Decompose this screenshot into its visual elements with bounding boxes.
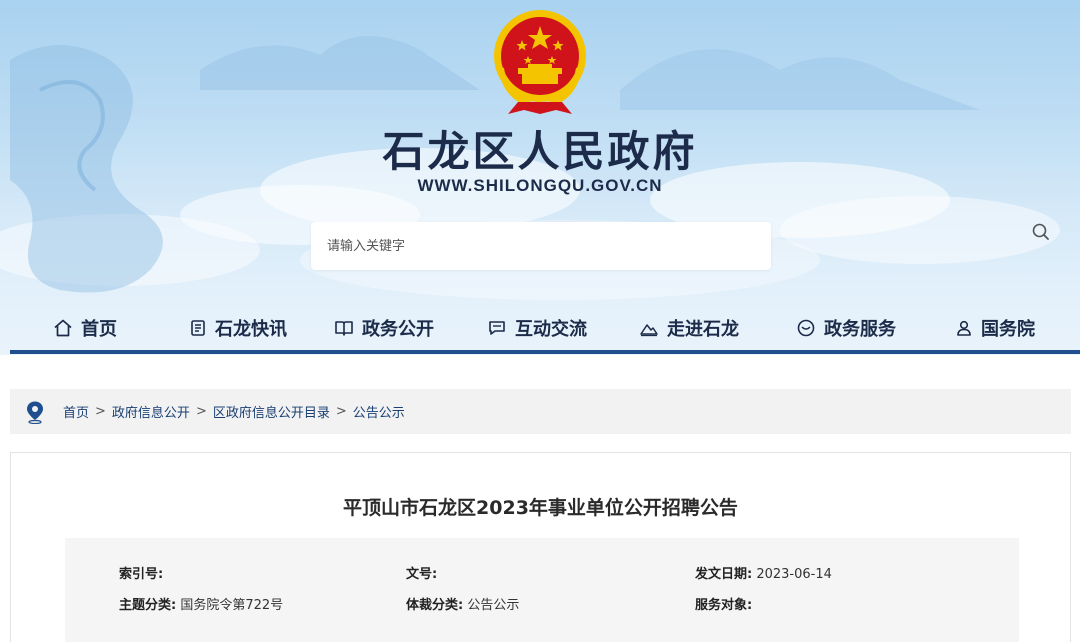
national-emblem-icon bbox=[494, 10, 586, 114]
nav-underline bbox=[10, 350, 1080, 354]
nav-label: 互动交流 bbox=[515, 319, 587, 340]
meta-doc-no: 文号: bbox=[406, 563, 437, 582]
breadcrumb-announcements[interactable]: 公告公示 bbox=[353, 402, 405, 421]
meta-doc-no-label: 文号: bbox=[406, 567, 438, 582]
article-title: 平顶山市石龙区2023年事业单位公开招聘公告 bbox=[343, 497, 738, 519]
nav-item-interaction[interactable]: 互动交流 bbox=[462, 305, 612, 351]
nav-label: 首页 bbox=[81, 319, 117, 340]
nav-item-gov-services[interactable]: 政务服务 bbox=[766, 305, 926, 351]
nav-item-gov-affairs[interactable]: 政务公开 bbox=[306, 305, 462, 351]
nav-label: 石龙快讯 bbox=[215, 319, 287, 340]
nav-item-news[interactable]: 石龙快讯 bbox=[170, 305, 306, 351]
service-icon bbox=[797, 319, 815, 337]
chat-icon bbox=[489, 321, 505, 335]
meta-topic: 主题分类: 国务院令第722号 bbox=[119, 594, 283, 613]
search-box bbox=[311, 222, 1049, 270]
meta-genre-value: 公告公示 bbox=[467, 598, 520, 613]
meta-date-value: 2023-06-14 bbox=[756, 567, 832, 582]
search-icon[interactable] bbox=[1031, 222, 1051, 242]
meta-audience-label: 服务对象: bbox=[695, 598, 753, 613]
nav-item-state-council[interactable]: 国务院 bbox=[926, 305, 1064, 351]
header-banner: 石龙区人民政府 WWW.SHILONGQU.GOV.CN bbox=[0, 0, 1080, 355]
breadcrumb-separator: > bbox=[195, 404, 207, 419]
breadcrumb-info-catalog[interactable]: 区政府信息公开目录 bbox=[213, 402, 330, 421]
breadcrumb: 首页 > 政府信息公开 > 区政府信息公开目录 > 公告公示 bbox=[10, 389, 1071, 434]
nav-item-home[interactable]: 首页 bbox=[0, 305, 170, 351]
meta-audience: 服务对象: bbox=[695, 594, 752, 613]
meta-topic-value: 国务院令第722号 bbox=[180, 598, 284, 613]
meta-topic-label: 主题分类: bbox=[119, 598, 177, 613]
search-input[interactable] bbox=[327, 222, 717, 270]
person-icon bbox=[957, 320, 971, 336]
meta-genre: 体裁分类: 公告公示 bbox=[406, 594, 519, 613]
breadcrumb-gov-info[interactable]: 政府信息公开 bbox=[112, 402, 190, 421]
mountain-icon bbox=[640, 324, 658, 337]
nav-item-about-shilong[interactable]: 走进石龙 bbox=[612, 305, 766, 351]
book-icon bbox=[335, 321, 353, 336]
breadcrumb-separator: > bbox=[95, 404, 106, 419]
location-pin-icon bbox=[27, 401, 43, 424]
nav-label: 国务院 bbox=[981, 319, 1035, 340]
meta-genre-label: 体裁分类: bbox=[406, 598, 464, 613]
meta-index-label: 索引号: bbox=[119, 567, 164, 582]
article-meta: 索引号: 文号: 发文日期: 2023-06-14 主题分类: 国务院令第722… bbox=[65, 538, 1019, 642]
meta-date: 发文日期: 2023-06-14 bbox=[695, 563, 832, 582]
meta-index: 索引号: bbox=[119, 563, 163, 582]
breadcrumb-home[interactable]: 首页 bbox=[63, 402, 89, 421]
home-icon bbox=[54, 319, 72, 337]
main-nav: 首页 石龙快讯 政务公开 互动交流 走进石龙 政务服务 国务院 bbox=[0, 305, 1080, 351]
nav-label: 政务服务 bbox=[824, 319, 896, 340]
nav-label: 走进石龙 bbox=[667, 319, 739, 340]
meta-date-label: 发文日期: bbox=[695, 567, 753, 582]
news-icon bbox=[191, 320, 205, 336]
nav-label: 政务公开 bbox=[362, 319, 434, 340]
site-url: WWW.SHILONGQU.GOV.CN bbox=[417, 176, 663, 195]
site-title: 石龙区人民政府 bbox=[382, 127, 698, 176]
article-panel: 平顶山市石龙区2023年事业单位公开招聘公告 索引号: 文号: 发文日期: 20… bbox=[10, 452, 1071, 642]
breadcrumb-separator: > bbox=[335, 404, 347, 419]
